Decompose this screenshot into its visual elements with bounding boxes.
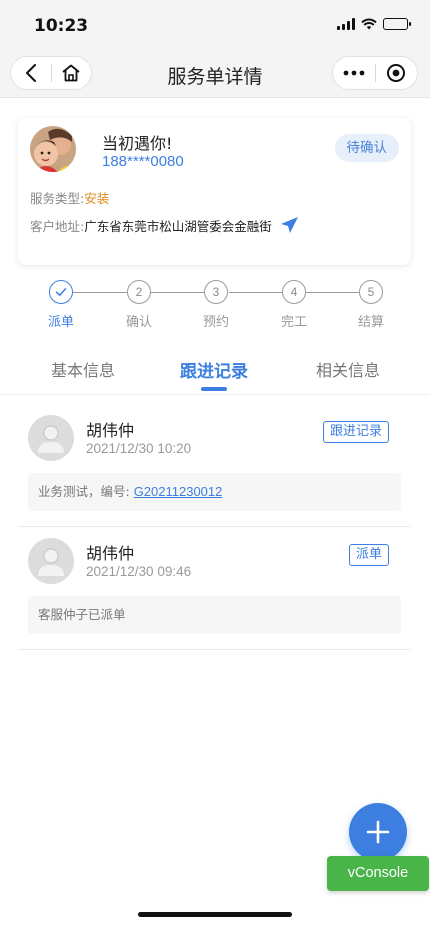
step-label: 确认 xyxy=(125,315,152,330)
record-author: 胡伟仲 xyxy=(86,421,135,440)
address-value: 广东省东莞市松山湖管委会金融街 xyxy=(84,218,272,234)
record-time: 2021/12/30 09:46 xyxy=(86,564,192,579)
step-label: 结算 xyxy=(357,315,384,330)
signal-icon xyxy=(337,18,355,30)
wifi-icon xyxy=(361,18,377,30)
list-item: 胡伟仲 2021/12/30 10:20 跟进记录 业务测试，编号: G2021… xyxy=(18,415,411,527)
record-text: 业务测试，编号: xyxy=(38,484,134,499)
service-type-label: 服务类型: xyxy=(30,191,85,206)
step-dispatch: 派单 xyxy=(36,280,86,330)
tab-follow-up[interactable]: 跟进记录 xyxy=(180,357,248,382)
step-number: 5 xyxy=(359,280,383,304)
tab-bar: 基本信息 跟进记录 相关信息 xyxy=(0,345,430,395)
more-icon xyxy=(343,70,365,76)
step-complete: 4 完工 xyxy=(269,280,319,330)
customer-name: 当初遇你! xyxy=(102,134,173,153)
step-number: 2 xyxy=(127,280,151,304)
step-number: 3 xyxy=(204,280,228,304)
status-badge: 待确认 xyxy=(334,134,399,162)
check-icon xyxy=(49,280,73,304)
record-text: 客服仲子已派单 xyxy=(38,607,126,622)
service-type-value: 安装 xyxy=(84,191,110,206)
nav-bar: 服务单详情 xyxy=(0,50,430,98)
record-content: 业务测试，编号: G20211230012 xyxy=(28,473,401,511)
status-bar: 10:23 xyxy=(0,0,430,50)
plus-icon xyxy=(366,820,390,844)
user-avatar-icon xyxy=(28,415,74,461)
order-number-link[interactable]: G20211230012 xyxy=(134,484,223,499)
record-author: 胡伟仲 xyxy=(86,544,135,563)
progress-steps: 派单 2 确认 3 预约 4 完工 5 结算 xyxy=(36,280,396,330)
status-icons xyxy=(337,18,411,30)
battery-icon xyxy=(383,18,411,30)
customer-phone[interactable]: 188****0080 xyxy=(102,153,184,170)
step-label: 预约 xyxy=(202,315,229,330)
record-type-tag: 派单 xyxy=(348,544,389,566)
close-miniprogram-button[interactable] xyxy=(376,57,418,89)
step-label: 派单 xyxy=(47,315,74,330)
step-number: 4 xyxy=(282,280,306,304)
list-item: 胡伟仲 2021/12/30 09:46 派单 客服仲子已派单 xyxy=(18,538,411,650)
more-button[interactable] xyxy=(333,57,375,89)
tab-basic-info[interactable]: 基本信息 xyxy=(51,357,115,381)
record-content: 客服仲子已派单 xyxy=(28,596,401,634)
step-appointment: 3 预约 xyxy=(191,280,241,330)
customer-card: 当初遇你! 188****0080 待确认 服务类型: 安装 客户地址: 广东省… xyxy=(18,118,411,265)
step-confirm: 2 确认 xyxy=(114,280,164,330)
home-indicator xyxy=(138,912,292,917)
address-row: 客户地址: 广东省东莞市松山湖管委会金融街 xyxy=(30,214,300,236)
user-avatar-icon xyxy=(28,538,74,584)
add-record-button[interactable] xyxy=(349,803,407,861)
record-time: 2021/12/30 10:20 xyxy=(86,441,192,456)
tab-related-info[interactable]: 相关信息 xyxy=(316,357,380,381)
status-time: 10:23 xyxy=(34,16,89,36)
location-arrow-icon xyxy=(280,217,298,233)
navigate-button[interactable] xyxy=(278,214,300,236)
address-label: 客户地址: xyxy=(30,218,85,234)
record-type-tag: 跟进记录 xyxy=(322,421,389,443)
service-type-row: 服务类型: 安装 xyxy=(30,188,109,207)
vconsole-button[interactable]: vConsole xyxy=(327,856,429,891)
avatar xyxy=(30,126,76,172)
step-label: 完工 xyxy=(280,315,307,330)
target-icon xyxy=(387,64,406,82)
step-settlement: 5 结算 xyxy=(346,280,396,330)
nav-right-capsule xyxy=(332,56,418,90)
tab-indicator xyxy=(201,387,227,391)
